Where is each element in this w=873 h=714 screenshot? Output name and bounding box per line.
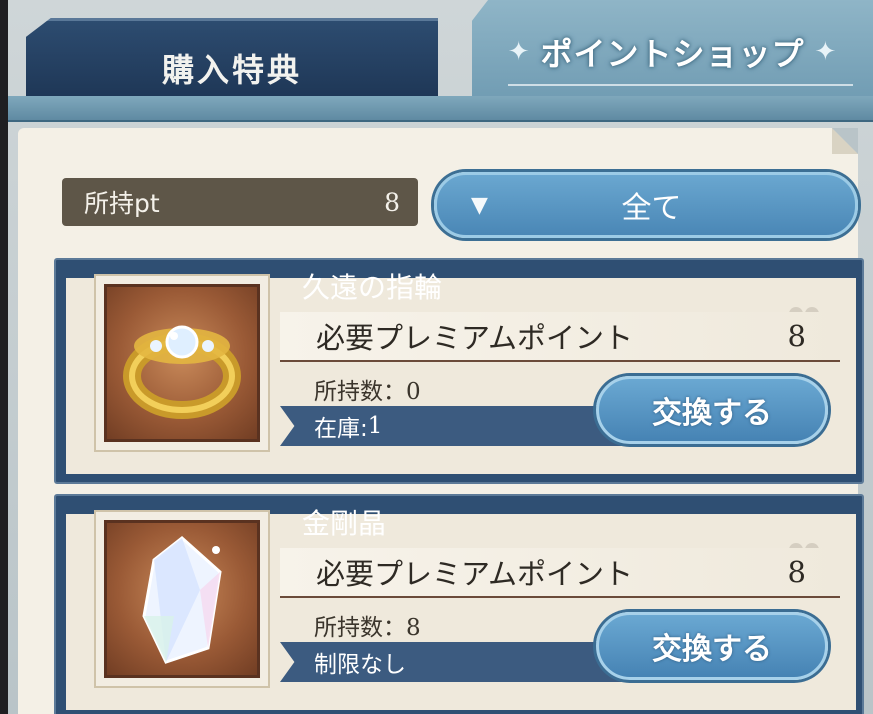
shop-screen: 購入特典 ✦ ポイントショップ ✦ 所持pt 8 ▼ 全て 久遠の指輪 必要プレ… bbox=[8, 0, 873, 714]
owned-points-value: 8 bbox=[384, 187, 400, 217]
owned-count-value: 8 bbox=[406, 615, 421, 641]
owned-points-label: 所持pt bbox=[84, 189, 160, 218]
stock-label: 在庫: bbox=[314, 416, 368, 442]
exchange-button[interactable]: 交換する bbox=[596, 376, 828, 444]
crystal-icon bbox=[142, 536, 222, 664]
stock-info: 在庫: 1 bbox=[280, 406, 640, 446]
item-thumbnail bbox=[94, 510, 270, 688]
filter-dropdown[interactable]: ▼ 全て bbox=[434, 172, 858, 238]
tab-purchase-bonus-label: 購入特典 bbox=[161, 50, 302, 89]
triangle-down-icon: ▼ bbox=[471, 192, 488, 218]
required-points-row: 必要プレミアムポイント 8 bbox=[280, 548, 840, 598]
sparkle-icon: ✦ bbox=[507, 37, 531, 67]
owned-count: 所持数：0 bbox=[314, 372, 421, 406]
page-fold bbox=[832, 128, 858, 154]
required-points-row: 必要プレミアムポイント 8 bbox=[280, 312, 840, 362]
sparkle-icon: ✦ bbox=[814, 37, 838, 67]
owned-count-label: 所持数： bbox=[314, 379, 406, 405]
tab-point-shop-label: ポイントショップ bbox=[540, 35, 805, 73]
required-points-value: 8 bbox=[787, 555, 806, 589]
stock-value: 1 bbox=[367, 413, 383, 439]
shop-item-card: 金剛晶 必要プレミアムポイント 8 所持数：8 制限なし 交換する bbox=[54, 494, 864, 714]
tab-point-shop[interactable]: ✦ ポイントショップ ✦ bbox=[472, 0, 873, 104]
tab-underline-strip bbox=[8, 96, 873, 122]
required-points-value: 8 bbox=[787, 319, 806, 353]
owned-count-label: 所持数： bbox=[314, 615, 406, 641]
stock-info: 制限なし bbox=[280, 642, 640, 682]
owned-points-box: 所持pt 8 bbox=[62, 178, 418, 226]
required-points-label: 必要プレミアムポイント bbox=[316, 557, 633, 591]
shop-item-card: 久遠の指輪 必要プレミアムポイント 8 所持数：0 在庫: 1 交換する bbox=[54, 258, 864, 484]
item-name: 金剛晶 bbox=[302, 507, 387, 540]
owned-count: 所持数：8 bbox=[314, 608, 421, 642]
ring-icon bbox=[123, 325, 241, 419]
filter-label: 全て bbox=[621, 191, 682, 226]
tab-divider bbox=[508, 84, 853, 86]
item-thumbnail bbox=[94, 274, 270, 452]
tab-purchase-bonus[interactable]: 購入特典 bbox=[26, 18, 438, 104]
stock-label: 制限なし bbox=[314, 652, 406, 678]
item-name: 久遠の指輪 bbox=[302, 271, 443, 304]
exchange-button[interactable]: 交換する bbox=[596, 612, 828, 680]
owned-count-value: 0 bbox=[406, 379, 421, 405]
required-points-label: 必要プレミアムポイント bbox=[316, 321, 633, 355]
